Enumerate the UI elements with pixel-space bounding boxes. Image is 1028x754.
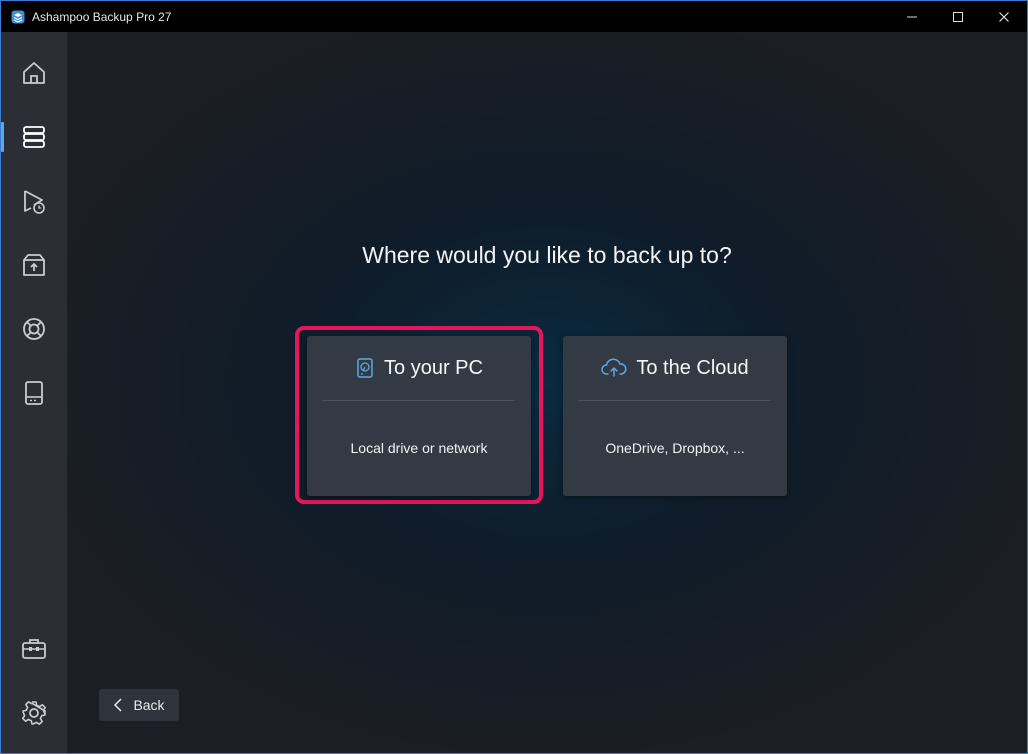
divider — [579, 400, 771, 401]
drive-icon — [25, 381, 43, 405]
sidebar-item-tools[interactable] — [1, 624, 67, 674]
option-subtitle: Local drive or network — [350, 440, 488, 456]
app-window: Ashampoo Backup Pro 27 Where would you l… — [0, 0, 1028, 754]
option-title: To your PC — [384, 356, 483, 379]
sidebar-item-home[interactable] — [1, 48, 67, 98]
page-title: Where would you like to back up to? — [362, 242, 732, 268]
lifebuoy-icon — [23, 318, 45, 340]
sidebar-item-archive[interactable] — [1, 240, 67, 290]
back-button[interactable]: Back — [99, 689, 179, 721]
sidebar-item-restore[interactable] — [1, 176, 67, 226]
back-label: Back — [133, 697, 165, 713]
maximize-icon — [953, 11, 963, 22]
window-title: Ashampoo Backup Pro 27 — [32, 9, 172, 24]
cloud-upload-icon — [601, 358, 627, 378]
sidebar-item-help[interactable] — [1, 304, 67, 354]
archive-upload-icon — [23, 254, 45, 276]
divider — [323, 400, 515, 401]
chevron-left-icon — [114, 698, 122, 712]
gear-icon — [22, 701, 46, 725]
hard-drive-icon — [355, 358, 375, 378]
close-icon — [999, 11, 1009, 22]
minimize-button[interactable] — [889, 1, 935, 32]
option-card-to-cloud[interactable]: To the Cloud OneDrive, Dropbox, ... — [563, 336, 787, 496]
maximize-button[interactable] — [935, 1, 981, 32]
main-content: Where would you like to back up to? To y… — [67, 32, 1027, 753]
restore-play-clock-icon — [24, 190, 45, 214]
backup-plans-icon — [23, 126, 45, 148]
title-bar: Ashampoo Backup Pro 27 — [1, 1, 1027, 32]
option-title: To the Cloud — [636, 356, 749, 379]
option-card-to-pc[interactable]: To your PC Local drive or network — [307, 336, 531, 496]
ashampoo-backup-icon — [11, 10, 25, 24]
sidebar-item-settings[interactable] — [1, 688, 67, 738]
sidebar-item-drives[interactable] — [1, 368, 67, 418]
sidebar-item-backup-plans[interactable] — [1, 112, 67, 162]
toolbox-icon — [22, 639, 46, 659]
option-subtitle: OneDrive, Dropbox, ... — [605, 440, 745, 456]
close-button[interactable] — [981, 1, 1027, 32]
home-icon — [23, 62, 45, 84]
minimize-icon — [907, 16, 917, 17]
sidebar — [1, 32, 67, 753]
